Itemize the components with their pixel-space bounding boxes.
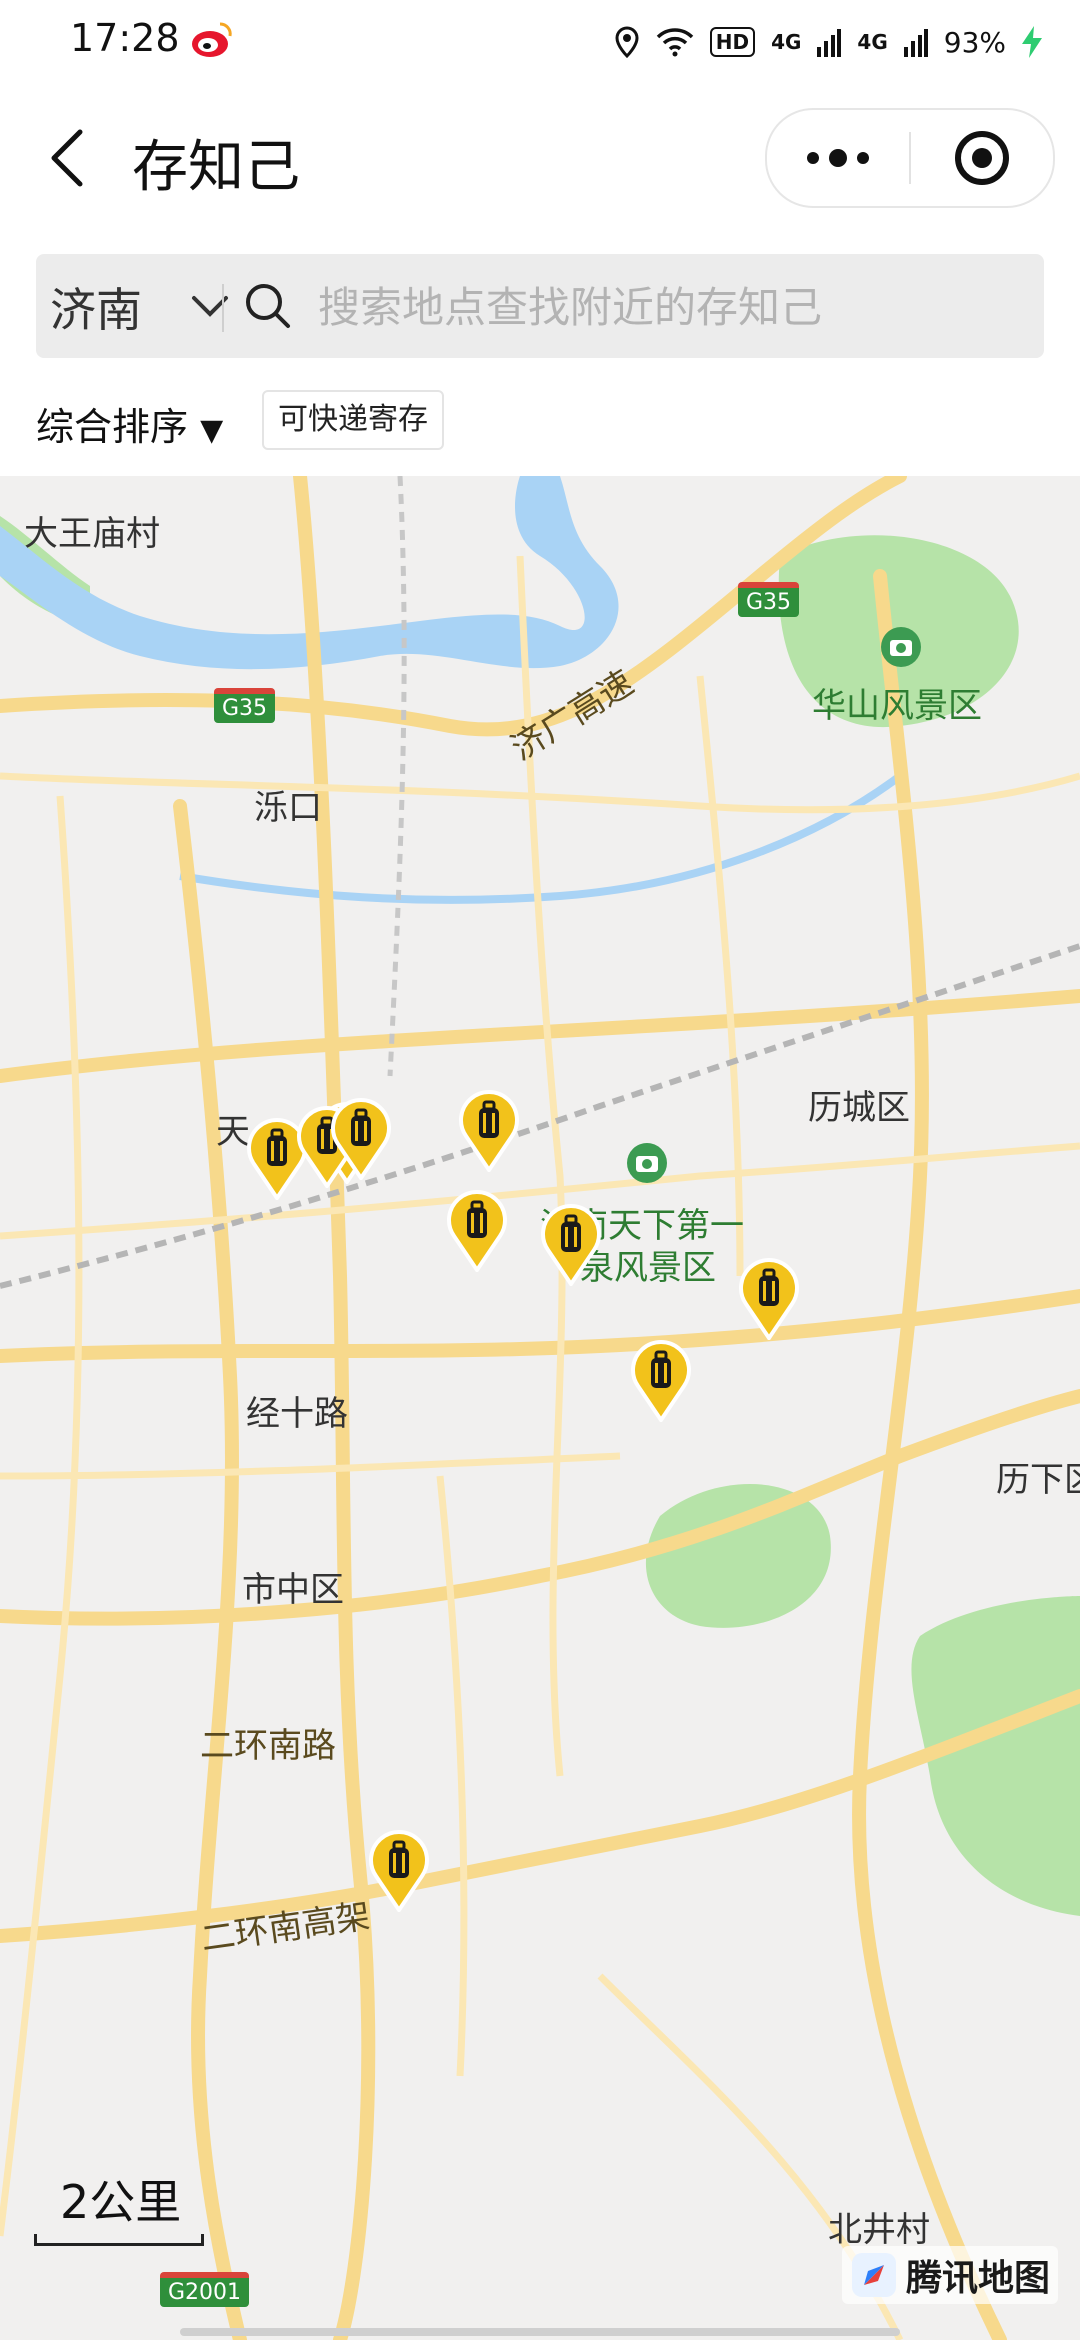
sort-arrow-icon: ▼ [200,413,224,448]
chevron-down-icon[interactable] [188,288,232,324]
scale-line [34,2234,204,2246]
map-scale: 2公里 [34,2166,210,2246]
storage-pin[interactable] [368,1828,430,1914]
city-selector[interactable]: 济南 [50,274,142,340]
luggage-pin-icon [369,1830,429,1914]
search-input[interactable]: 搜索地点查找附近的存知己 [318,274,822,335]
luggage-pin-icon [541,1204,601,1288]
label-erhuan: 二环南路 [200,1726,336,1766]
status-time: 17:28 [70,16,180,60]
storage-pin[interactable] [540,1202,602,1288]
luggage-pin-icon [331,1098,391,1182]
filter-row: 综合排序 ▼ 可快递寄存 [0,372,1080,472]
luggage-pin-icon [459,1090,519,1174]
sort-dropdown[interactable]: 综合排序 ▼ [36,396,223,451]
search-divider [222,284,224,332]
storage-pin[interactable] [446,1188,508,1274]
home-indicator [180,2328,900,2336]
luggage-pin-icon [447,1190,507,1274]
park-south [645,1483,831,1628]
tencent-map-logo: 腾讯地图 [841,2246,1058,2304]
label-licheng: 历城区 [808,1088,910,1128]
label-luokou: 泺口 [254,788,322,828]
back-button[interactable] [40,118,100,198]
highway-shield: G35 [738,582,800,617]
highway-shield: G35 [214,688,276,723]
label-shizhong: 市中区 [242,1570,344,1610]
camera-icon [627,1143,667,1183]
miniprogram-capsule [765,108,1055,208]
label-dawangmiao: 大王庙村 [24,514,160,554]
luggage-pin-icon [631,1340,691,1424]
highway-shield: G2001 [160,2272,250,2307]
battery-percent: 93% [943,25,1006,59]
more-dots-icon[interactable] [767,110,909,206]
map-view[interactable]: 大王庙村 泺口 华山风景区 济广高速 历城区 天 济南天下第一 泉风景区 经十路… [0,476,1080,2340]
signal-1-label: 4G [771,30,802,54]
luggage-pin-icon [739,1258,799,1342]
label-tian: 天 [216,1112,250,1152]
storage-pin[interactable] [630,1338,692,1424]
status-bar: 17:28 HD 4G 4G 93% [0,0,1080,84]
search-icon [246,284,290,328]
label-huashan: 华山风景区 [812,686,982,726]
label-lixia: 历下区 [996,1460,1080,1500]
compass-logo-icon [851,2253,896,2297]
wifi-icon [656,28,693,57]
storage-pin[interactable] [738,1256,800,1342]
provider-label: 腾讯地图 [905,2258,1050,2299]
storage-pin[interactable] [330,1096,392,1182]
scale-label: 2公里 [60,2175,182,2229]
status-icons: HD 4G 4G 93% [614,20,1042,64]
target-circle-icon[interactable] [911,110,1053,206]
storage-pin[interactable] [458,1088,520,1174]
railway-north [387,476,407,1077]
location-icon [615,26,639,58]
signal-2-label: 4G [857,30,888,54]
sort-label: 综合排序 [36,405,189,449]
hd-badge: HD [709,27,756,57]
label-beijing: 北井村 [828,2210,930,2250]
title-bar: 存知己 [0,84,1080,234]
camera-icon [881,627,921,667]
charging-bolt-icon [1022,26,1042,58]
search-bar: 济南 搜索地点查找附近的存知己 [36,254,1044,358]
express-storage-filter[interactable]: 可快递寄存 [262,390,444,450]
signal-1-icon [817,29,842,57]
page-title: 存知己 [132,135,300,200]
signal-2-icon [903,29,928,57]
weibo-icon [192,22,232,57]
label-jingshi: 经十路 [246,1394,348,1434]
